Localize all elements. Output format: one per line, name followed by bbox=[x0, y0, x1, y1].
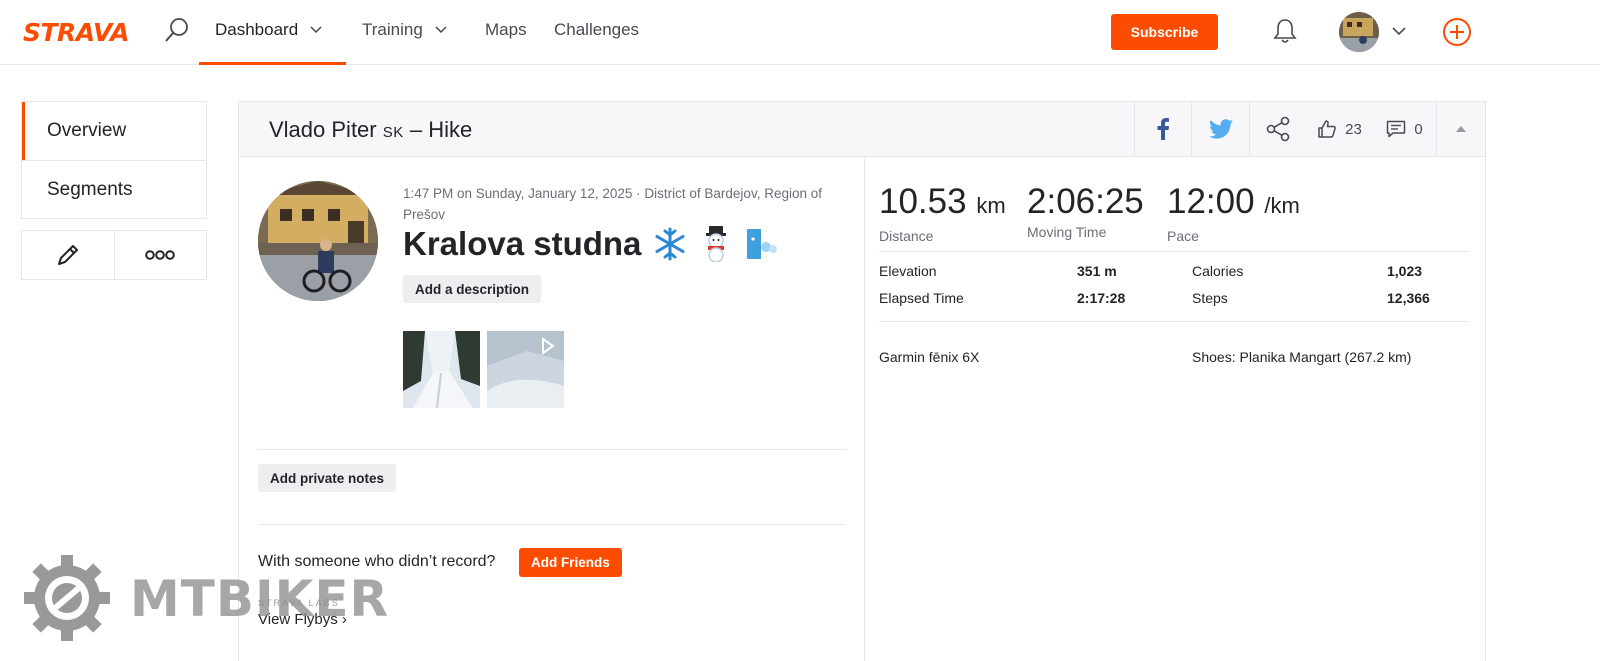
add-private-notes-button[interactable]: Add private notes bbox=[258, 464, 397, 492]
chevron-down-icon bbox=[435, 26, 447, 34]
sidebar-item-label: Overview bbox=[47, 120, 127, 141]
snowflake-icon bbox=[653, 226, 687, 262]
mtbiker-watermark: MTBIKER bbox=[130, 570, 389, 628]
comment-icon bbox=[1387, 120, 1406, 138]
steps-label: Steps bbox=[1192, 290, 1228, 306]
activity-name: Kralova studna bbox=[403, 225, 779, 263]
activity-sidebar-menu: Overview Segments bbox=[21, 101, 207, 219]
divider bbox=[258, 524, 846, 525]
more-options-button[interactable] bbox=[113, 231, 207, 279]
comments-button[interactable]: 0 bbox=[1373, 102, 1436, 156]
divider bbox=[258, 449, 846, 450]
activity-header-title: Vlado Piter SK – Hike bbox=[269, 117, 472, 143]
chevron-down-icon bbox=[310, 26, 322, 34]
comment-count: 0 bbox=[1414, 120, 1423, 138]
elevation-label: Elevation bbox=[879, 263, 937, 279]
kudos-count: 23 bbox=[1345, 120, 1362, 138]
sidebar-item-segments[interactable]: Segments bbox=[22, 160, 206, 218]
caret-up-icon bbox=[1456, 126, 1466, 132]
active-tab-indicator bbox=[199, 62, 346, 65]
athlete-name[interactable]: Vlado Piter bbox=[269, 117, 377, 142]
calories-label: Calories bbox=[1192, 263, 1244, 279]
blowing-wind-icon bbox=[745, 226, 779, 262]
stat-distance: 10.53 km Distance bbox=[879, 182, 1006, 245]
nav-dashboard[interactable]: Dashboard bbox=[215, 20, 322, 40]
distance-label: Distance bbox=[879, 228, 934, 244]
add-activity-plus-icon[interactable] bbox=[1442, 17, 1472, 47]
nav-dashboard-label: Dashboard bbox=[215, 20, 299, 39]
moving-time-value: 2:06:25 bbox=[1027, 182, 1144, 221]
activity-stats: 10.53 km Distance 2:06:25 Moving Time 12… bbox=[865, 157, 1485, 661]
top-navigation: STRAVA Dashboard Training Maps Challenge… bbox=[0, 0, 1600, 65]
thumbs-up-icon bbox=[1318, 120, 1337, 138]
sidebar-item-label: Segments bbox=[47, 178, 133, 200]
kudos-button[interactable]: 23 bbox=[1306, 102, 1373, 156]
calories-value: 1,023 bbox=[1387, 263, 1423, 279]
add-description-button[interactable]: Add a description bbox=[403, 275, 542, 303]
nav-maps-label: Maps bbox=[485, 20, 527, 39]
user-avatar[interactable] bbox=[1339, 12, 1379, 52]
activity-card: Vlado Piter SK – Hike 23 0 1:47 PM on Su… bbox=[238, 101, 1486, 661]
stat-pace: 12:00 /km Pace bbox=[1167, 182, 1300, 245]
share-button[interactable] bbox=[1249, 102, 1306, 156]
facebook-icon bbox=[1157, 118, 1169, 140]
sidebar-item-overview[interactable]: Overview bbox=[22, 102, 206, 160]
with-someone-prompt: With someone who didn’t record? bbox=[258, 553, 496, 570]
notifications-bell-icon[interactable] bbox=[1272, 17, 1298, 45]
distance-value: 10.53 bbox=[879, 182, 967, 221]
athlete-photo bbox=[258, 181, 378, 301]
elevation-value: 351 m bbox=[1077, 263, 1117, 279]
avatar-photo bbox=[1339, 12, 1379, 52]
athlete-avatar[interactable] bbox=[258, 181, 378, 301]
activity-type: – Hike bbox=[409, 117, 473, 142]
elapsed-time-value: 2:17:28 bbox=[1077, 290, 1126, 306]
more-dots-icon bbox=[145, 250, 176, 260]
nav-challenges[interactable]: Challenges bbox=[554, 20, 639, 40]
activity-photo[interactable] bbox=[403, 331, 480, 408]
device-name: Garmin fēnix 6X bbox=[879, 349, 980, 365]
nav-training[interactable]: Training bbox=[362, 20, 447, 40]
pace-label: Pace bbox=[1167, 228, 1199, 244]
distance-unit: km bbox=[976, 193, 1006, 218]
video-thumbnail bbox=[487, 331, 564, 408]
snowman-icon bbox=[699, 226, 733, 262]
elapsed-time-label: Elapsed Time bbox=[879, 290, 964, 306]
divider bbox=[879, 321, 1469, 322]
activity-header: Vlado Piter SK – Hike 23 0 bbox=[239, 102, 1485, 157]
activity-meta: 1:47 PM on Sunday, January 12, 2025 · Di… bbox=[403, 186, 822, 222]
activity-name-text: Kralova studna bbox=[403, 225, 642, 262]
pace-unit: /km bbox=[1264, 193, 1300, 218]
subscribe-button[interactable]: Subscribe bbox=[1111, 14, 1218, 50]
share-icon bbox=[1266, 116, 1290, 142]
add-friends-button[interactable]: Add Friends bbox=[519, 548, 622, 577]
pencil-icon bbox=[57, 245, 78, 265]
nav-maps[interactable]: Maps bbox=[485, 20, 527, 40]
mtbiker-gear-logo bbox=[24, 555, 110, 641]
stat-moving-time: 2:06:25 Moving Time bbox=[1027, 182, 1144, 241]
moving-time-label: Moving Time bbox=[1027, 224, 1107, 240]
activity-video[interactable] bbox=[487, 331, 564, 408]
pace-value: 12:00 bbox=[1167, 182, 1255, 221]
divider bbox=[879, 251, 1469, 252]
country-badge: SK bbox=[382, 124, 404, 141]
strava-logo[interactable]: STRAVA bbox=[23, 18, 129, 47]
nav-challenges-label: Challenges bbox=[554, 20, 640, 39]
collapse-button[interactable] bbox=[1436, 102, 1485, 156]
twitter-icon bbox=[1208, 119, 1233, 139]
chevron-down-icon[interactable] bbox=[1392, 27, 1406, 36]
share-twitter-button[interactable] bbox=[1191, 102, 1249, 156]
nav-training-label: Training bbox=[362, 20, 423, 39]
gear-name[interactable]: Shoes: Planika Mangart (267.2 km) bbox=[1192, 349, 1411, 365]
edit-button[interactable] bbox=[22, 231, 114, 279]
share-facebook-button[interactable] bbox=[1134, 102, 1191, 156]
activity-actions bbox=[21, 230, 207, 280]
photo-thumbnail bbox=[403, 331, 480, 408]
search-icon[interactable] bbox=[163, 16, 191, 44]
steps-value: 12,366 bbox=[1387, 290, 1430, 306]
